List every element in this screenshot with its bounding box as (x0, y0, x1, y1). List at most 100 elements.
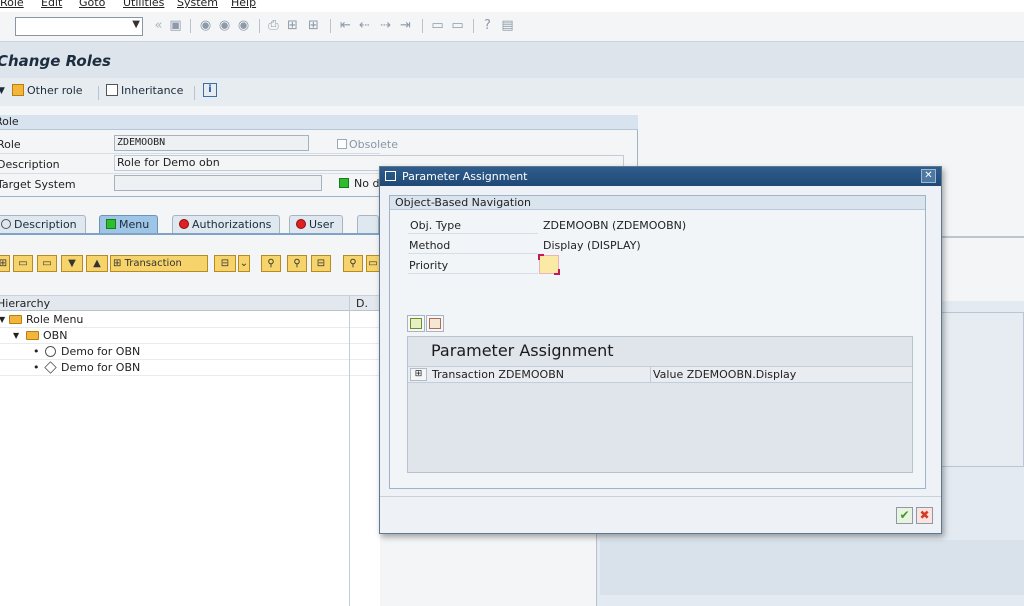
inheritance-label: Inheritance (121, 84, 184, 97)
move-up-icon[interactable]: ▲ (86, 255, 108, 272)
menu-goto[interactable]: Goto (79, 0, 105, 9)
tree-row[interactable]: • Demo for OBN (0, 360, 380, 376)
info-icon[interactable]: i (203, 83, 217, 97)
move-down-icon[interactable]: ▼ (61, 255, 83, 272)
toolbar-separator (190, 19, 191, 33)
tree-item-label: Role Menu (26, 313, 84, 326)
node-menu-icon[interactable]: ⌄ (238, 255, 250, 272)
create-session-icon[interactable]: ▭ (430, 18, 445, 33)
priority-label: Priority (409, 259, 449, 272)
dialog-title-bar[interactable]: Parameter Assignment (380, 167, 941, 186)
shortcut-icon[interactable]: ▭ (450, 18, 465, 33)
role-field[interactable]: ZDEMOOBN (114, 135, 309, 151)
find-next-icon[interactable]: ⊞ (306, 18, 321, 33)
menu-role[interactable]: Role (0, 0, 24, 9)
menu-utilities[interactable]: Utilities (123, 0, 164, 9)
other-role-button[interactable]: Other role (12, 84, 83, 97)
dialog-window-icon (385, 171, 396, 181)
menu-edit[interactable]: Edit (41, 0, 62, 9)
transaction-label: Transaction (124, 258, 182, 269)
add-row-icon-shape (410, 318, 422, 329)
tree-row[interactable]: ▼ Role Menu (0, 312, 380, 328)
role-label: Role (0, 138, 21, 151)
transaction-icon: ⊞ (113, 258, 122, 269)
tree-item-label: Demo for OBN (61, 361, 141, 374)
row-divider (0, 153, 380, 154)
create-folder-icon[interactable]: ▭ (13, 255, 33, 272)
toolbar-separator (473, 19, 474, 33)
row-divider (408, 253, 538, 254)
tree-row[interactable]: • Demo for OBN (0, 344, 380, 360)
delete-row-icon[interactable] (426, 315, 444, 332)
find-icon[interactable]: ⊞ (285, 18, 300, 33)
table-cell[interactable]: Value ZDEMOOBN.Display (653, 368, 796, 381)
cancel-x-icon[interactable]: ✖ (916, 507, 933, 524)
back-icon[interactable]: « (151, 18, 166, 33)
expand-icon[interactable]: ⊞ (0, 255, 10, 272)
tab-personalization[interactable] (357, 215, 379, 233)
tab-description-label: Description (14, 218, 77, 231)
obj-type-label: Obj. Type (410, 219, 461, 232)
command-field[interactable]: ▼ (15, 17, 143, 36)
print-icon[interactable]: ⎙ (266, 18, 281, 33)
target-system-field[interactable] (114, 175, 322, 191)
tree-row[interactable]: ▼ OBN (0, 328, 380, 344)
hierarchy-column-header[interactable]: Hierarchy (0, 297, 50, 310)
obsolete-checkbox[interactable]: Obsolete (337, 138, 398, 151)
toolbar-separator (422, 19, 423, 33)
obsolete-label: Obsolete (349, 138, 399, 151)
back-nav-icon[interactable]: ◉ (198, 18, 213, 33)
table-cell[interactable]: Transaction ZDEMOOBN (432, 368, 564, 381)
delete-node-icon[interactable]: ⊟ (214, 255, 236, 272)
row-selector-icon[interactable]: ⊞ (410, 368, 427, 381)
add-transaction-button[interactable]: ⊞ Transaction (110, 255, 208, 272)
page-title: Change Roles (0, 52, 111, 70)
tab-authorizations-label: Authorizations (192, 218, 272, 231)
chevron-down-icon[interactable]: ▼ (132, 19, 140, 30)
obsolete-checkbox-box[interactable] (337, 139, 347, 149)
column-divider (650, 367, 651, 382)
help-icon[interactable]: ? (480, 18, 495, 33)
tab-menu-label: Menu (119, 218, 150, 231)
menu-help[interactable]: Help (231, 0, 256, 9)
tab-user[interactable]: User (289, 215, 344, 233)
right-pane-middle (940, 312, 1024, 467)
save-icon[interactable]: ▣ (168, 18, 183, 33)
d-column-header[interactable]: D. (356, 297, 368, 310)
prev-page-icon[interactable]: ⇠ (357, 18, 372, 33)
detail-view-icon[interactable]: ⚲ (343, 255, 363, 272)
last-page-icon[interactable]: ⇥ (398, 18, 413, 33)
find-icon[interactable]: ⚲ (261, 255, 281, 272)
dropdown-arrow-icon[interactable]: ▼ (0, 86, 5, 96)
layout-icon[interactable]: ▤ (500, 18, 515, 33)
more-icon[interactable]: ▭ (366, 255, 380, 272)
toolbar-separator (259, 19, 260, 33)
next-page-icon[interactable]: ⇢ (378, 18, 393, 33)
exit-icon[interactable]: ◉ (217, 18, 232, 33)
target-system-label: Target System (0, 178, 76, 191)
method-value: Display (DISPLAY) (543, 239, 641, 252)
role-group-header: Role (0, 115, 638, 130)
menu-system[interactable]: System (177, 0, 218, 9)
first-page-icon[interactable]: ⇤ (338, 18, 353, 33)
tab-authorizations[interactable]: Authorizations (172, 215, 281, 233)
bullet-icon: • (33, 345, 40, 358)
find-next-icon[interactable]: ⚲ (287, 255, 307, 272)
add-row-icon[interactable] (407, 315, 425, 332)
close-icon[interactable]: ✕ (921, 169, 936, 183)
continue-check-icon[interactable]: ✔ (896, 507, 913, 524)
cancel-icon[interactable]: ◉ (236, 18, 251, 33)
inheritance-button[interactable]: Inheritance (106, 84, 183, 97)
magnifier-icon (1, 219, 11, 229)
copy-menu-icon[interactable]: ▭ (37, 255, 57, 272)
tab-description[interactable]: Description (0, 215, 86, 233)
table-title: Parameter Assignment (431, 341, 614, 360)
no-destination-label: No d (354, 177, 380, 190)
toolbar-separator (330, 19, 331, 33)
expand-arrow-icon[interactable]: ▼ (0, 312, 5, 328)
priority-input[interactable] (538, 254, 560, 275)
no-destination-checkbox[interactable]: No d (339, 177, 379, 190)
expand-arrow-icon[interactable]: ▼ (13, 328, 19, 344)
tab-menu[interactable]: Menu (99, 215, 159, 233)
collapse-icon[interactable]: ⊟ (311, 255, 331, 272)
